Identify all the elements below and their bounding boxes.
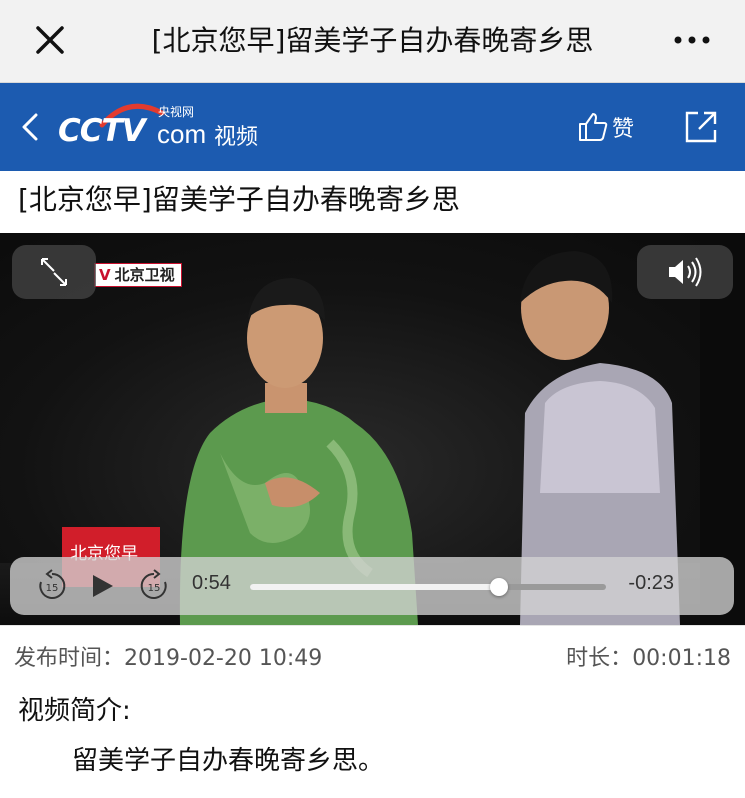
like-label: 赞 xyxy=(612,117,635,142)
logo-cctv-text: CCTV xyxy=(58,113,146,149)
thumbs-up-icon xyxy=(579,113,608,141)
more-icon[interactable] xyxy=(667,18,717,62)
progress-fill xyxy=(250,584,500,590)
rewind-15-icon[interactable]: 15 xyxy=(36,567,68,605)
cctv-logo[interactable]: CCTV 央视网 com 视频 xyxy=(58,97,268,157)
publish-info: 发布时间：2019-02-20 10:49 xyxy=(14,640,322,672)
remaining-time: -0:23 xyxy=(628,572,674,594)
video-title: [北京您早]留美学子自办春晚寄乡思 xyxy=(18,183,460,216)
channel-badge-prefix: V xyxy=(99,266,111,284)
site-header: CCTV 央视网 com 视频 赞 xyxy=(0,83,745,171)
logo-com-text: com xyxy=(157,119,207,149)
share-icon[interactable] xyxy=(684,110,718,144)
top-navigation-bar: [北京您早]留美学子自办春晚寄乡思 xyxy=(0,0,745,83)
fullscreen-button[interactable] xyxy=(12,245,96,299)
close-icon[interactable] xyxy=(28,18,72,62)
duration-value: 00:01:18 xyxy=(632,646,731,671)
intro-heading: 视频简介: xyxy=(18,696,131,726)
page-title: [北京您早]留美学子自办春晚寄乡思 xyxy=(110,20,635,62)
current-time: 0:54 xyxy=(192,572,231,594)
duration-info: 时长：00:01:18 xyxy=(566,640,731,672)
svg-text:15: 15 xyxy=(148,583,161,594)
video-meta: 发布时间：2019-02-20 10:49 时长：00:01:18 xyxy=(0,625,745,681)
video-player[interactable]: V 北京卫视 北京您早 15 15 0:54 -0:23 xyxy=(0,233,745,625)
volume-button[interactable] xyxy=(637,245,733,299)
play-icon[interactable] xyxy=(88,567,116,605)
playback-controls: 15 15 0:54 -0:23 xyxy=(10,557,734,615)
logo-yangshi-text: 央视网 xyxy=(158,105,195,119)
duration-label: 时长： xyxy=(566,646,633,671)
intro-text: 留美学子自办春晚寄乡思。 xyxy=(72,746,385,776)
progress-thumb[interactable] xyxy=(490,578,509,596)
channel-badge: V 北京卫视 xyxy=(94,263,182,287)
progress-slider[interactable] xyxy=(250,578,606,596)
volume-icon xyxy=(669,257,702,287)
section-label: 视频 xyxy=(214,125,259,150)
publish-label: 发布时间： xyxy=(14,646,125,671)
back-icon[interactable] xyxy=(14,107,44,147)
publish-time: 2019-02-20 10:49 xyxy=(124,646,323,671)
svg-text:15: 15 xyxy=(46,583,59,594)
channel-name: 北京卫视 xyxy=(114,266,175,284)
fullscreen-icon xyxy=(41,258,67,286)
like-button[interactable]: 赞 xyxy=(576,109,634,145)
forward-15-icon[interactable]: 15 xyxy=(138,567,170,605)
